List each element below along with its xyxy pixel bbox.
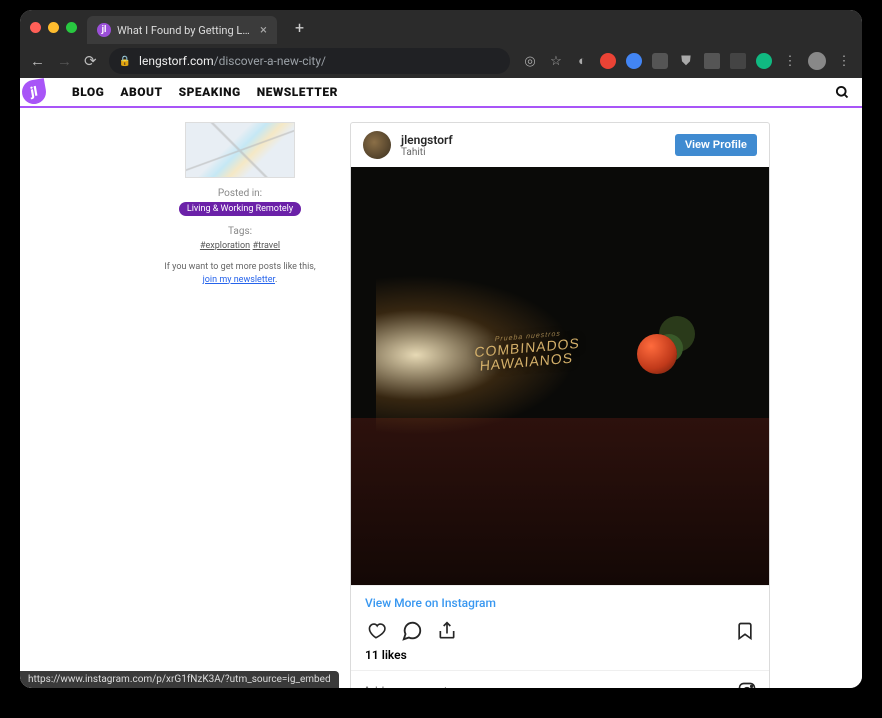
- comment-input[interactable]: [363, 684, 737, 688]
- extensions-icon[interactable]: ◐: [574, 53, 590, 69]
- map-thumbnail[interactable]: [185, 122, 295, 178]
- posted-in-label: Posted in:: [160, 188, 320, 199]
- instagram-embed: jlengstorf Tahiti View Profile Prueba nu…: [350, 122, 770, 688]
- ext-red-icon[interactable]: [600, 53, 616, 69]
- like-icon[interactable]: [365, 620, 387, 642]
- address-bar[interactable]: 🔒 lengstorf.com/discover-a-new-city/: [109, 48, 510, 74]
- tags-label: Tags:: [160, 226, 320, 237]
- menu-icon[interactable]: ⋮: [836, 53, 852, 69]
- newsletter-link[interactable]: join my newsletter: [203, 275, 275, 285]
- instagram-logo-icon[interactable]: [737, 681, 757, 688]
- view-profile-button[interactable]: View Profile: [675, 134, 757, 156]
- profile-avatar[interactable]: [808, 52, 826, 70]
- ig-avatar[interactable]: [363, 131, 391, 159]
- bookmark-icon[interactable]: [735, 621, 755, 641]
- back-button[interactable]: ←: [30, 52, 45, 70]
- maximize-window-button[interactable]: [66, 22, 77, 33]
- ig-location[interactable]: Tahiti: [401, 147, 665, 158]
- ig-user-block: jlengstorf Tahiti: [401, 133, 665, 158]
- comment-icon[interactable]: [401, 620, 423, 642]
- site-nav: BLOG ABOUT SPEAKING NEWSLETTER: [72, 85, 338, 99]
- close-window-button[interactable]: [30, 22, 41, 33]
- browser-tab[interactable]: jl What I Found by Getting Lost: ×: [87, 16, 277, 44]
- shield-icon[interactable]: ⛊: [678, 53, 694, 69]
- ext-square-icon[interactable]: [704, 53, 720, 69]
- search-icon[interactable]: [835, 85, 850, 100]
- ig-likes[interactable]: 11 likes: [351, 648, 769, 670]
- forward-button[interactable]: →: [57, 52, 72, 70]
- ig-actions: [351, 616, 769, 648]
- reload-button[interactable]: ⟳: [84, 52, 97, 70]
- new-tab-button[interactable]: +: [287, 18, 312, 37]
- browser-toolbar: ← → ⟳ 🔒 lengstorf.com/discover-a-new-cit…: [20, 44, 862, 78]
- view-more-link[interactable]: View More on Instagram: [351, 585, 769, 616]
- site-header: jl BLOG ABOUT SPEAKING NEWSLETTER: [20, 78, 862, 108]
- tab-title: What I Found by Getting Lost:: [117, 24, 254, 37]
- ext-grey-icon[interactable]: [652, 53, 668, 69]
- bookmark-star-icon[interactable]: ☆: [548, 53, 564, 69]
- sidebar: Posted in: Living & Working Remotely Tag…: [160, 122, 320, 688]
- ext-green-icon[interactable]: [756, 53, 772, 69]
- ig-header: jlengstorf Tahiti View Profile: [351, 123, 769, 167]
- ext-dark-icon[interactable]: [730, 53, 746, 69]
- url-path: /discover-a-new-city/: [214, 54, 326, 68]
- tag-travel[interactable]: #travel: [253, 241, 280, 251]
- nav-blog[interactable]: BLOG: [72, 85, 104, 99]
- newsletter-prefix: If you want to get more posts like this,: [164, 262, 315, 272]
- browser-window: jl What I Found by Getting Lost: × + ← →…: [20, 10, 862, 688]
- close-tab-button[interactable]: ×: [260, 23, 267, 38]
- more-icon[interactable]: ⋮: [782, 53, 798, 69]
- url-domain: lengstorf.com: [139, 54, 214, 68]
- titlebar: jl What I Found by Getting Lost: × +: [20, 10, 862, 44]
- content-area: Posted in: Living & Working Remotely Tag…: [20, 108, 862, 688]
- ig-photo[interactable]: Prueba nuestros COMBINADOS HAWAIANOS: [351, 167, 769, 585]
- minimize-window-button[interactable]: [48, 22, 59, 33]
- ext-blue-icon[interactable]: [626, 53, 642, 69]
- nav-about[interactable]: ABOUT: [120, 85, 162, 99]
- ig-username[interactable]: jlengstorf: [401, 133, 665, 147]
- nav-newsletter[interactable]: NEWSLETTER: [257, 85, 338, 99]
- window-controls: [30, 22, 77, 33]
- tag-exploration[interactable]: #exploration: [200, 241, 250, 251]
- likes-suffix: likes: [379, 648, 407, 662]
- tags-list: #exploration #travel: [160, 240, 320, 251]
- likes-count: 11: [365, 648, 379, 662]
- toolbar-icons: ◎ ☆ ◐ ⛊ ⋮ ⋮: [522, 52, 852, 70]
- share-icon[interactable]: [437, 621, 457, 641]
- lock-icon: 🔒: [119, 56, 131, 67]
- category-pill[interactable]: Living & Working Remotely: [179, 202, 301, 216]
- nav-speaking[interactable]: SPEAKING: [179, 85, 241, 99]
- newsletter-cta: If you want to get more posts like this,…: [160, 261, 320, 286]
- page-content: jl BLOG ABOUT SPEAKING NEWSLETTER Posted…: [20, 78, 862, 688]
- status-bar: https://www.instagram.com/p/xrG1fNzK3A/?…: [20, 671, 339, 688]
- site-info-icon[interactable]: ◎: [522, 53, 538, 69]
- ig-comment-row: [351, 670, 769, 688]
- main-column: jlengstorf Tahiti View Profile Prueba nu…: [350, 122, 770, 688]
- tab-favicon-icon: jl: [97, 23, 111, 37]
- site-logo[interactable]: jl: [20, 78, 48, 106]
